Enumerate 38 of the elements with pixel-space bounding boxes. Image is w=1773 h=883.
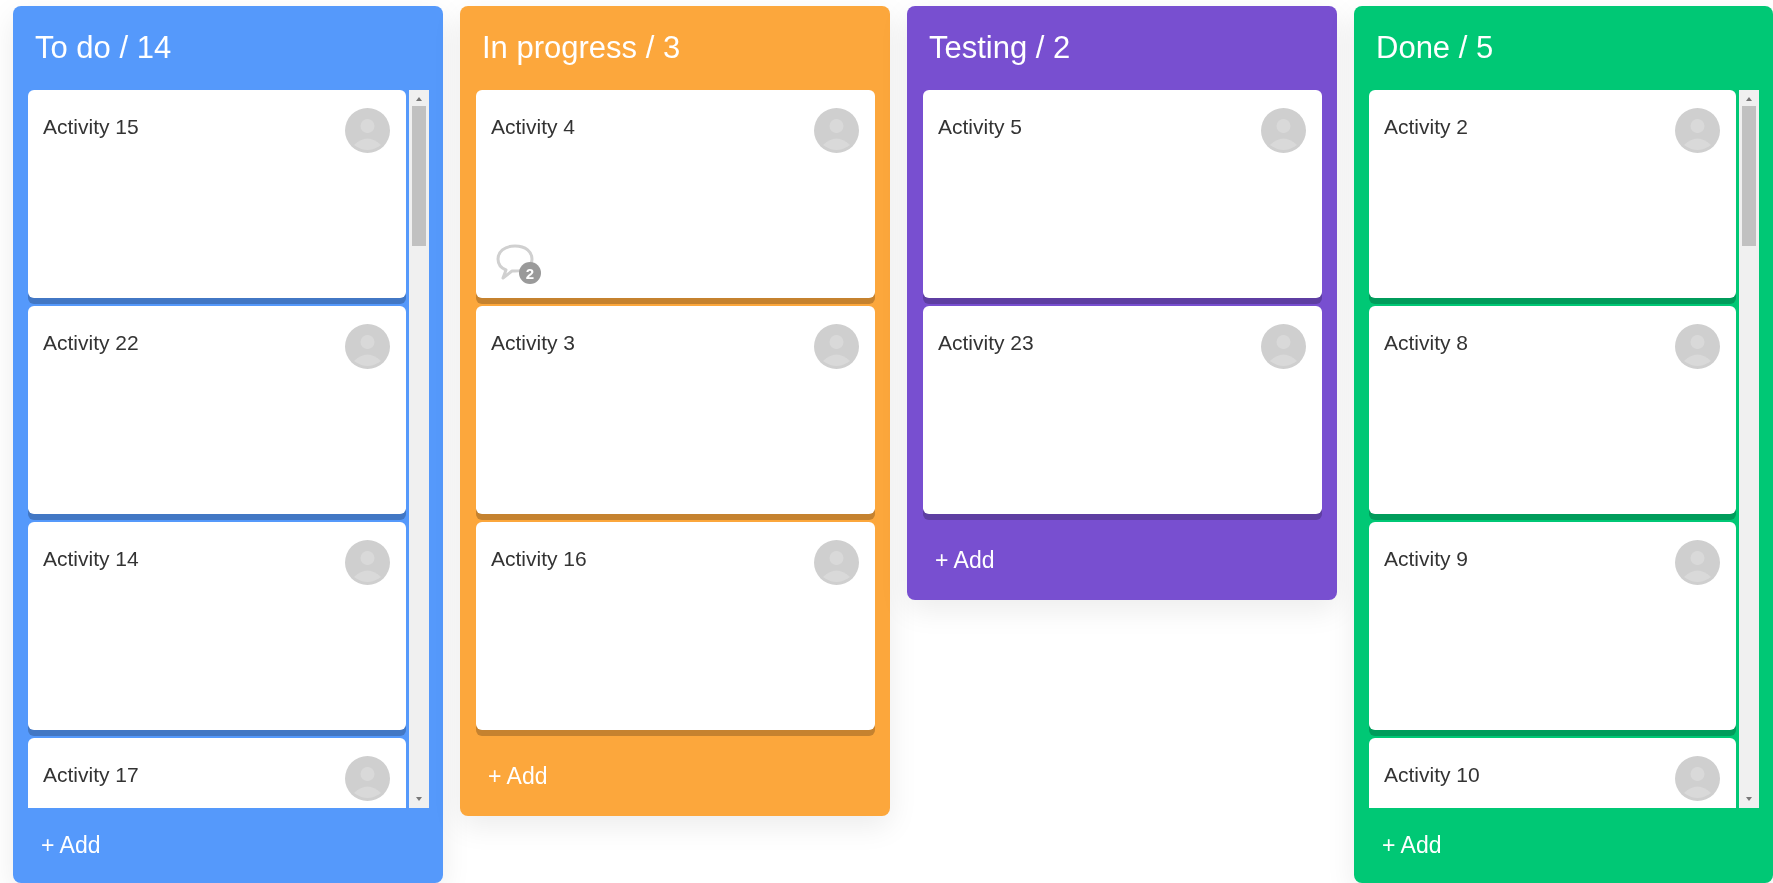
avatar-icon — [1261, 108, 1306, 153]
card-title: Activity 16 — [491, 546, 587, 572]
card-title: Activity 15 — [43, 114, 139, 140]
column-title: In progress / 3 — [482, 28, 681, 67]
card-title: Activity 14 — [43, 546, 139, 572]
comment-count: 2 — [519, 262, 541, 284]
avatar-icon — [814, 108, 859, 153]
column-title: Done / 5 — [1376, 28, 1494, 67]
card-title: Activity 8 — [1384, 330, 1469, 356]
card-title: Activity 9 — [1384, 546, 1469, 572]
avatar-icon — [1675, 540, 1720, 585]
avatar-icon — [1261, 324, 1306, 369]
avatar-icon — [814, 324, 859, 369]
avatar-icon — [345, 540, 390, 585]
avatar-icon — [1675, 756, 1720, 801]
card-title: Activity 3 — [491, 330, 576, 356]
card-title: Activity 22 — [43, 330, 139, 356]
task-card[interactable]: Activity 17 — [28, 738, 406, 808]
scrollbar[interactable] — [409, 90, 429, 808]
avatar-icon — [345, 756, 390, 801]
column-title: Testing / 2 — [929, 28, 1071, 67]
avatar-icon — [814, 540, 859, 585]
add-button[interactable]: + Add — [935, 542, 995, 578]
scrollbar-thumb[interactable] — [1742, 106, 1756, 246]
column-title: To do / 14 — [35, 28, 172, 67]
scrollbar[interactable] — [1739, 90, 1759, 808]
scrollbar-thumb[interactable] — [412, 106, 426, 246]
card-title: Activity 4 — [491, 114, 576, 140]
card-title: Activity 2 — [1384, 114, 1469, 140]
card-title: Activity 17 — [43, 762, 139, 788]
card-title: Activity 10 — [1384, 762, 1480, 788]
task-card[interactable]: Activity 10 — [1369, 738, 1736, 808]
avatar-icon — [345, 324, 390, 369]
card-title: Activity 23 — [938, 330, 1034, 356]
avatar-icon — [1675, 108, 1720, 153]
card-title: Activity 5 — [938, 114, 1023, 140]
avatar-icon — [1675, 324, 1720, 369]
avatar-icon — [345, 108, 390, 153]
